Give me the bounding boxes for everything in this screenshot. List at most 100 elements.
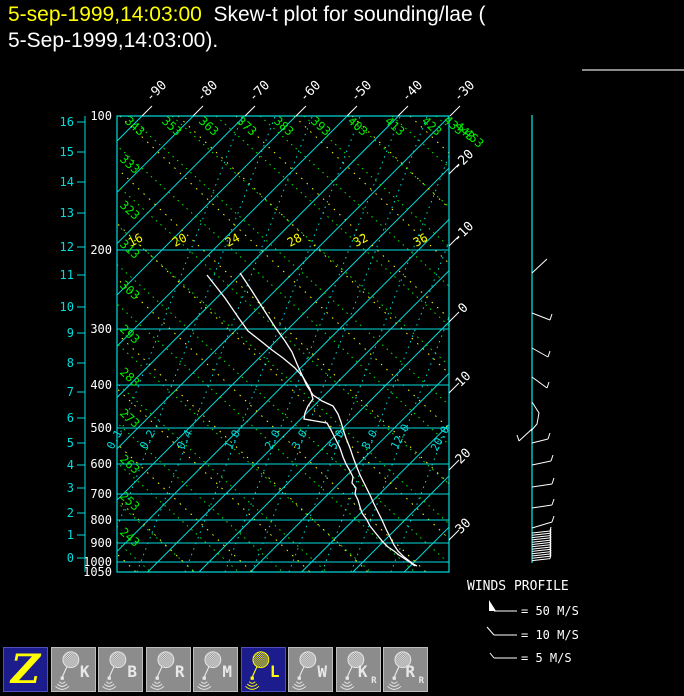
wind-barb [531,546,551,550]
height-label: 3 [67,481,74,495]
height-label: 5 [67,436,74,450]
wind-barb [531,460,552,466]
height-label: 10 [60,300,74,314]
radiosonde-balloon-icon [149,651,174,690]
radiosonde-balloon-icon [244,651,269,690]
radiosonde-balloon-icon [197,651,222,690]
legend-label: = 10 M/S [521,628,579,642]
height-label: 2 [67,506,74,520]
wind-barb [531,544,551,548]
height-label: 16 [60,115,74,129]
toolbar-button-w[interactable]: W [288,647,333,692]
moist-adiabat-lines [117,116,449,572]
half-barb-symbol [489,652,495,659]
theta-label: 263 [117,452,142,477]
station-letter: K [357,662,368,681]
height-label: 8 [67,356,74,370]
wind-barb [531,521,553,529]
mixing-ratio-label: 0.4 [174,427,195,451]
mixing-ratio-label: 12.0 [388,422,412,452]
pressure-label: 200 [90,243,112,257]
temp-tick-label: 20 [453,446,475,468]
height-axis: 161514131211109876543210 [60,115,86,572]
temp-tick-label: 10 [453,369,475,391]
moist-adiabat-label: 20 [170,231,189,250]
moist-adiabat-labels: 16 20 24 28 32 36 [126,231,430,250]
dry-adiabat-lines [117,116,449,572]
mixing-ratio-label: 1.0 [222,428,243,452]
wind-barb [531,548,551,552]
toolbar-button-m[interactable]: M [193,647,238,692]
theta-label: 423 [419,114,444,139]
temp-tick-label: -20 [450,147,477,174]
isobar-lines [116,115,450,573]
pressure-axis-labels: 10020030040050060070080090010001050 [83,109,112,579]
full-barb-symbol [486,626,495,636]
wind-barb [531,504,553,509]
toolbar-button-logo-z[interactable]: Z [3,646,48,693]
height-label: 7 [67,385,74,399]
temp-tick-label: -70 [246,78,273,105]
theta-label: 343 [122,114,147,139]
theta-label: 353 [159,114,184,139]
height-label: 1 [67,528,74,542]
height-label: 15 [60,145,74,159]
wind-barb [518,428,533,442]
height-label: 4 [67,458,74,472]
station-toolbar: Z K B R M L W K R R R [3,646,428,693]
skewt-chart: 1002003004005006007008009001000105016151… [60,78,579,665]
toolbar-button-l[interactable]: L [240,647,286,692]
wind-barb [531,558,551,562]
wind-barb [531,539,551,543]
right-temp-ticks: -20 -10 0 10 20 30 [448,147,477,541]
app-window: 5-sep-1999,14:03:00 Skew-t plot for soun… [0,0,684,696]
isotherm-lines [117,116,449,572]
station-letter: L [269,662,280,681]
temp-tick-label: 0 [455,300,471,316]
station-letter-subscript: R [371,676,377,686]
top-temp-ticks: -90 -80 -70 -60 -50 -40 -30 [141,78,478,117]
temp-tick-label: -10 [450,219,477,246]
temp-tick-label: -60 [297,78,324,105]
wind-barb [531,347,549,358]
wind-profile: WINDS PROFILE = 50 M/S = 10 M/S = 5 M/S [467,115,579,665]
height-label: 6 [67,411,74,425]
legend-label: = 50 M/S [521,604,579,618]
height-label: 9 [67,326,74,340]
radiosonde-balloon-icon [292,651,317,690]
wind-barb [531,532,551,536]
pressure-label: 700 [90,487,112,501]
toolbar-button-k-r[interactable]: KR [335,647,381,692]
station-letter-subscript: R [418,676,424,686]
pressure-label: 400 [90,378,112,392]
zeb-logo: Z [10,646,41,693]
temp-tick-label: -80 [194,78,221,105]
wind-barb [531,258,548,274]
theta-label: 243 [117,525,142,550]
theta-label: 373 [234,114,259,139]
station-letter: W [317,662,327,681]
wind-barb [531,537,551,541]
plot-border [116,115,450,573]
pressure-label: 1050 [83,565,112,579]
toolbar-button-k[interactable]: K [50,647,96,692]
temperature-trace [239,272,418,567]
station-letter: R [174,662,185,681]
pressure-label: 100 [90,109,112,123]
temp-tick-label: -90 [143,78,170,105]
mixing-ratio-label: 0.2 [137,428,158,452]
theta-label: 323 [117,198,142,223]
station-letter: K [79,662,90,681]
radiosonde-balloon-icon [102,651,127,690]
pressure-label: 300 [90,322,112,336]
toolbar-button-r[interactable]: R [145,647,191,692]
station-letter: R [405,662,415,681]
moist-adiabat-label: 32 [351,231,370,250]
dewpoint-trace [206,274,416,567]
height-label: 11 [60,268,74,282]
toolbar-button-b[interactable]: B [98,647,143,692]
toolbar-button-r-r[interactable]: RR [383,647,428,692]
wind-barb [531,312,551,321]
pressure-label: 900 [90,536,112,550]
wind-barb [531,551,551,555]
